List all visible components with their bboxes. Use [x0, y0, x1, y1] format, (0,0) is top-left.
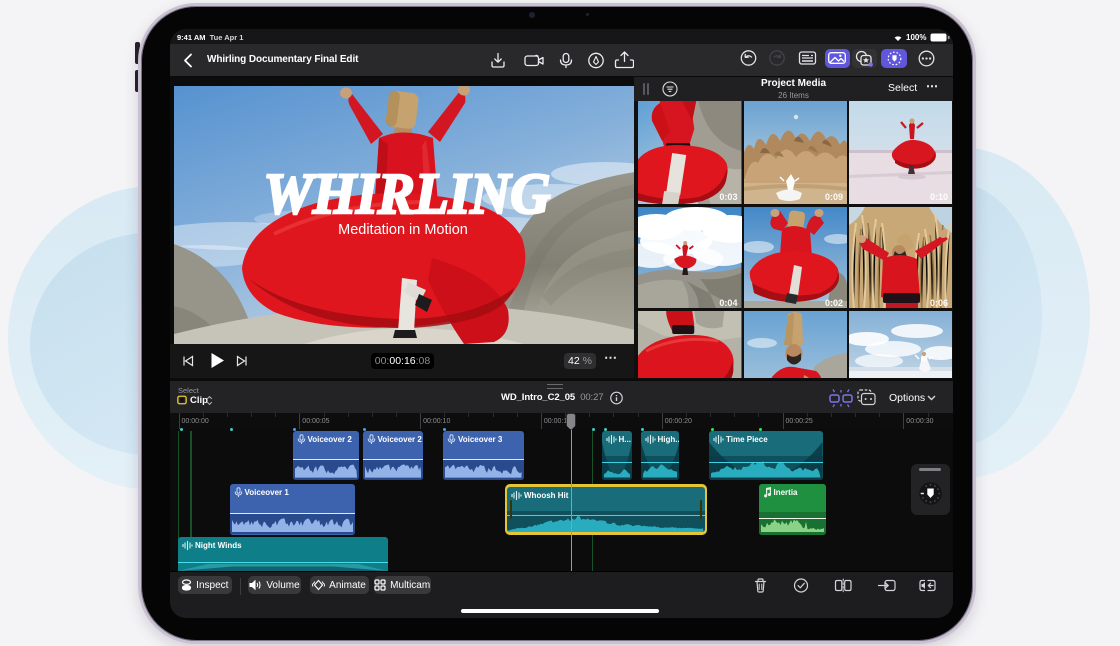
svg-text:0:03: 0:03 [719, 192, 737, 202]
svg-text:Meditation in Motion: Meditation in Motion [338, 222, 468, 238]
svg-text:0:04: 0:04 [719, 298, 737, 308]
svg-text:0:09: 0:09 [824, 192, 842, 202]
svg-text:0:02: 0:02 [824, 298, 842, 308]
svg-text:0:10: 0:10 [930, 192, 948, 202]
svg-text:WHIRLING: WHIRLING [263, 161, 550, 226]
svg-text:0:06: 0:06 [930, 298, 948, 308]
